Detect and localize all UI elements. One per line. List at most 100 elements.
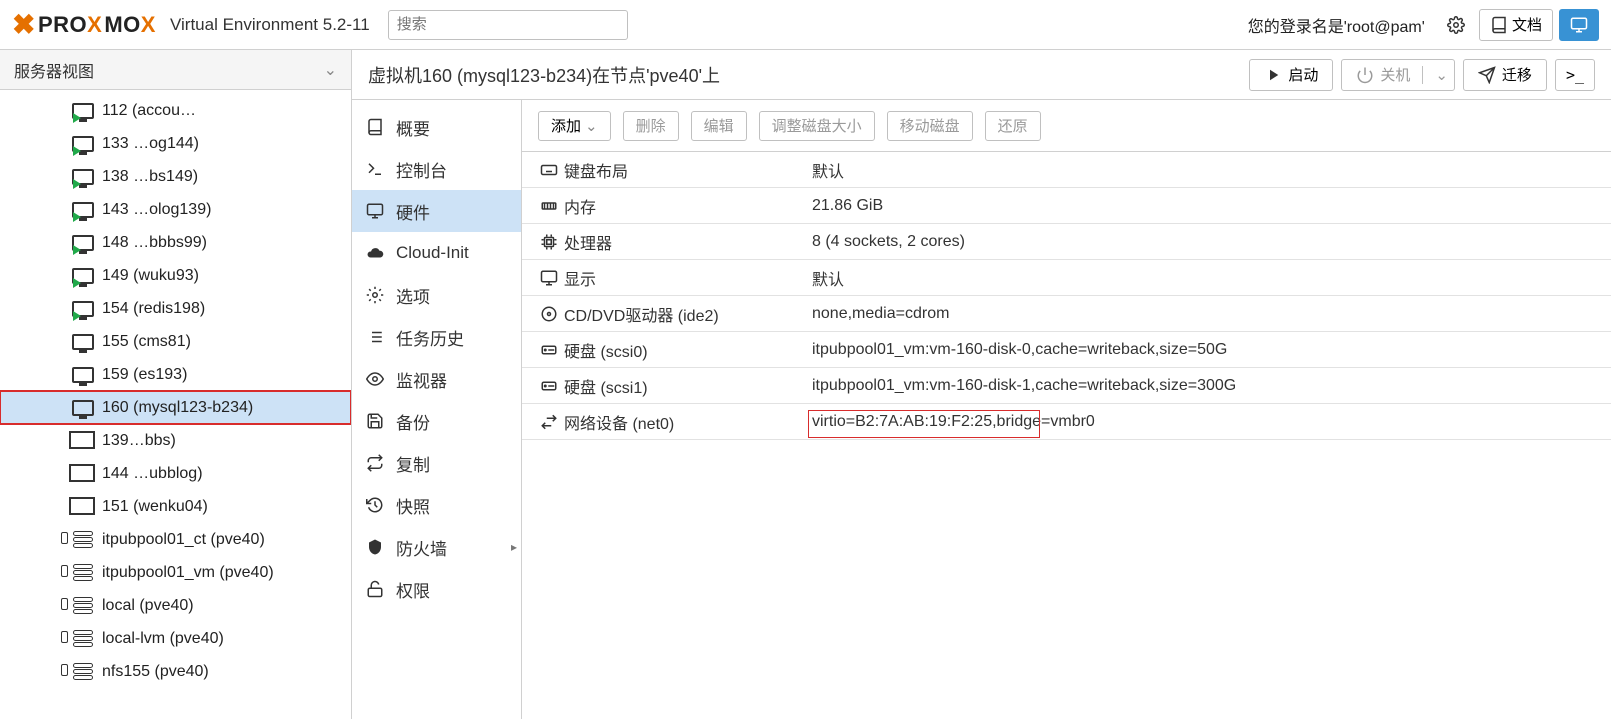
- container-icon: [72, 500, 94, 514]
- view-selector[interactable]: 服务器视图 ⌄: [0, 50, 351, 90]
- tree-item-label: 139…bbs): [102, 432, 176, 450]
- hardware-row[interactable]: 键盘布局默认: [522, 152, 1611, 188]
- hardware-row[interactable]: 内存21.86 GiB: [522, 188, 1611, 224]
- tree-item-label: 133 …og144): [102, 135, 199, 153]
- tree-item-label: local (pve40): [102, 597, 194, 615]
- shutdown-button[interactable]: 关机 ⌄: [1341, 59, 1455, 91]
- nav-monitor[interactable]: 监视器: [352, 358, 521, 400]
- tree-item-160[interactable]: 160 (mysql123-b234): [0, 391, 351, 424]
- tree-item-112[interactable]: 112 (accou…: [0, 94, 351, 127]
- vm-running-icon: [72, 136, 94, 152]
- tree-item-149[interactable]: 149 (wuku93): [0, 259, 351, 292]
- tree-item-148[interactable]: 148 …bbbs99): [0, 226, 351, 259]
- hardware-row[interactable]: 显示默认: [522, 260, 1611, 296]
- tree-item-143[interactable]: 143 …olog139): [0, 193, 351, 226]
- nav-firewall[interactable]: 防火墙 ▸: [352, 526, 521, 568]
- hardware-row[interactable]: 硬盘 (scsi1)itpubpool01_vm:vm-160-disk-1,c…: [522, 368, 1611, 404]
- retweet-icon: [366, 454, 384, 472]
- storage-icon: [73, 564, 93, 581]
- tree-item-label: 112 (accou…: [102, 102, 196, 120]
- view-label: 服务器视图: [14, 58, 94, 82]
- docs-label: 文档: [1512, 14, 1542, 35]
- nav-label: 防火墙: [396, 535, 447, 560]
- storage-icon: [73, 663, 93, 680]
- hardware-row[interactable]: 网络设备 (net0)virtio=B2:7A:AB:19:F2:25,brid…: [522, 404, 1611, 440]
- storage-icon: [73, 597, 93, 614]
- hardware-label: 内存: [564, 194, 812, 218]
- tree-item-c139[interactable]: 139…bbs): [0, 424, 351, 457]
- vm-running-icon: [72, 169, 94, 185]
- tree-item-159[interactable]: 159 (es193): [0, 358, 351, 391]
- tree-item-s4[interactable]: local-lvm (pve40): [0, 622, 351, 655]
- settings-button[interactable]: [1439, 9, 1473, 41]
- terminal-icon: [366, 160, 384, 178]
- hardware-label: 硬盘 (scsi1): [564, 374, 812, 398]
- remove-button[interactable]: 删除: [623, 111, 679, 141]
- tree-item-133[interactable]: 133 …og144): [0, 127, 351, 160]
- hardware-value: itpubpool01_vm:vm-160-disk-1,cache=write…: [812, 377, 1611, 395]
- tree-item-138[interactable]: 138 …bs149): [0, 160, 351, 193]
- hardware-label: 硬盘 (scsi0): [564, 338, 812, 362]
- history-icon: [366, 496, 384, 514]
- vm-stopped-icon: [72, 334, 94, 350]
- nav-console[interactable]: 控制台: [352, 148, 521, 190]
- tree-item-154[interactable]: 154 (redis198): [0, 292, 351, 325]
- edit-button[interactable]: 编辑: [691, 111, 747, 141]
- desktop-button[interactable]: [1559, 9, 1599, 41]
- main-header: 虚拟机160 (mysql123-b234)在节点'pve40'上 启动 关机 …: [352, 50, 1611, 100]
- hdd-icon: [534, 377, 564, 395]
- chevron-right-icon: ▸: [511, 540, 517, 554]
- nav-cloudinit[interactable]: Cloud-Init: [352, 232, 521, 274]
- monitor-icon: [1570, 16, 1588, 34]
- hardware-value: 8 (4 sockets, 2 cores): [812, 233, 1611, 251]
- revert-button[interactable]: 还原: [985, 111, 1041, 141]
- play-icon: [1264, 66, 1282, 84]
- tree-item-label: 138 …bs149): [102, 168, 198, 186]
- tree-item-label: 155 (cms81): [102, 333, 191, 351]
- hardware-row[interactable]: CD/DVD驱动器 (ide2)none,media=cdrom: [522, 296, 1611, 332]
- tree-item-s2[interactable]: itpubpool01_vm (pve40): [0, 556, 351, 589]
- storage-icon: [73, 630, 93, 647]
- move-disk-button[interactable]: 移动磁盘: [887, 111, 973, 141]
- hardware-row[interactable]: 硬盘 (scsi0)itpubpool01_vm:vm-160-disk-0,c…: [522, 332, 1611, 368]
- save-icon: [366, 412, 384, 430]
- nav-label: 概要: [396, 115, 430, 140]
- eye-icon: [366, 370, 384, 388]
- hardware-row[interactable]: 处理器8 (4 sockets, 2 cores): [522, 224, 1611, 260]
- tree-item-s1[interactable]: itpubpool01_ct (pve40): [0, 523, 351, 556]
- tree-item-label: 159 (es193): [102, 366, 187, 384]
- container-icon: [72, 467, 94, 481]
- keyboard-icon: [534, 161, 564, 179]
- tree-item-s5[interactable]: nfs155 (pve40): [0, 655, 351, 688]
- migrate-button[interactable]: 迁移: [1463, 59, 1547, 91]
- gear-icon: [1447, 16, 1465, 34]
- main-panel: 虚拟机160 (mysql123-b234)在节点'pve40'上 启动 关机 …: [352, 50, 1611, 719]
- nav-summary[interactable]: 概要: [352, 106, 521, 148]
- add-button[interactable]: 添加 ⌄: [538, 111, 611, 141]
- hdd-icon: [534, 341, 564, 359]
- nav-replication[interactable]: 复制: [352, 442, 521, 484]
- hardware-label: 处理器: [564, 230, 812, 254]
- nav-perm[interactable]: 权限: [352, 568, 521, 610]
- tree-item-c144[interactable]: 144 …ubblog): [0, 457, 351, 490]
- container-icon: [72, 434, 94, 448]
- start-button[interactable]: 启动: [1249, 59, 1333, 91]
- nav-snapshots[interactable]: 快照: [352, 484, 521, 526]
- nav-backup[interactable]: 备份: [352, 400, 521, 442]
- hardware-value: itpubpool01_vm:vm-160-disk-0,cache=write…: [812, 341, 1611, 359]
- search-input[interactable]: [388, 10, 628, 40]
- console-button[interactable]: >_: [1555, 59, 1595, 91]
- resource-tree: 服务器视图 ⌄ 112 (accou… 133 …og144) 138 …bs149…: [0, 50, 352, 719]
- nav-hardware[interactable]: 硬件: [352, 190, 521, 232]
- docs-button[interactable]: 文档: [1479, 9, 1553, 41]
- nav-label: 控制台: [396, 157, 447, 182]
- tree-item-c151[interactable]: 151 (wenku04): [0, 490, 351, 523]
- tree-item-s3[interactable]: local (pve40): [0, 589, 351, 622]
- tree-item-155[interactable]: 155 (cms81): [0, 325, 351, 358]
- nav-tasks[interactable]: 任务历史: [352, 316, 521, 358]
- logo-text-right: MO: [104, 12, 140, 38]
- logo-text-left: PRO: [38, 12, 87, 38]
- hardware-label: 网络设备 (net0): [564, 410, 812, 434]
- resize-disk-button[interactable]: 调整磁盘大小: [759, 111, 875, 141]
- nav-options[interactable]: 选项: [352, 274, 521, 316]
